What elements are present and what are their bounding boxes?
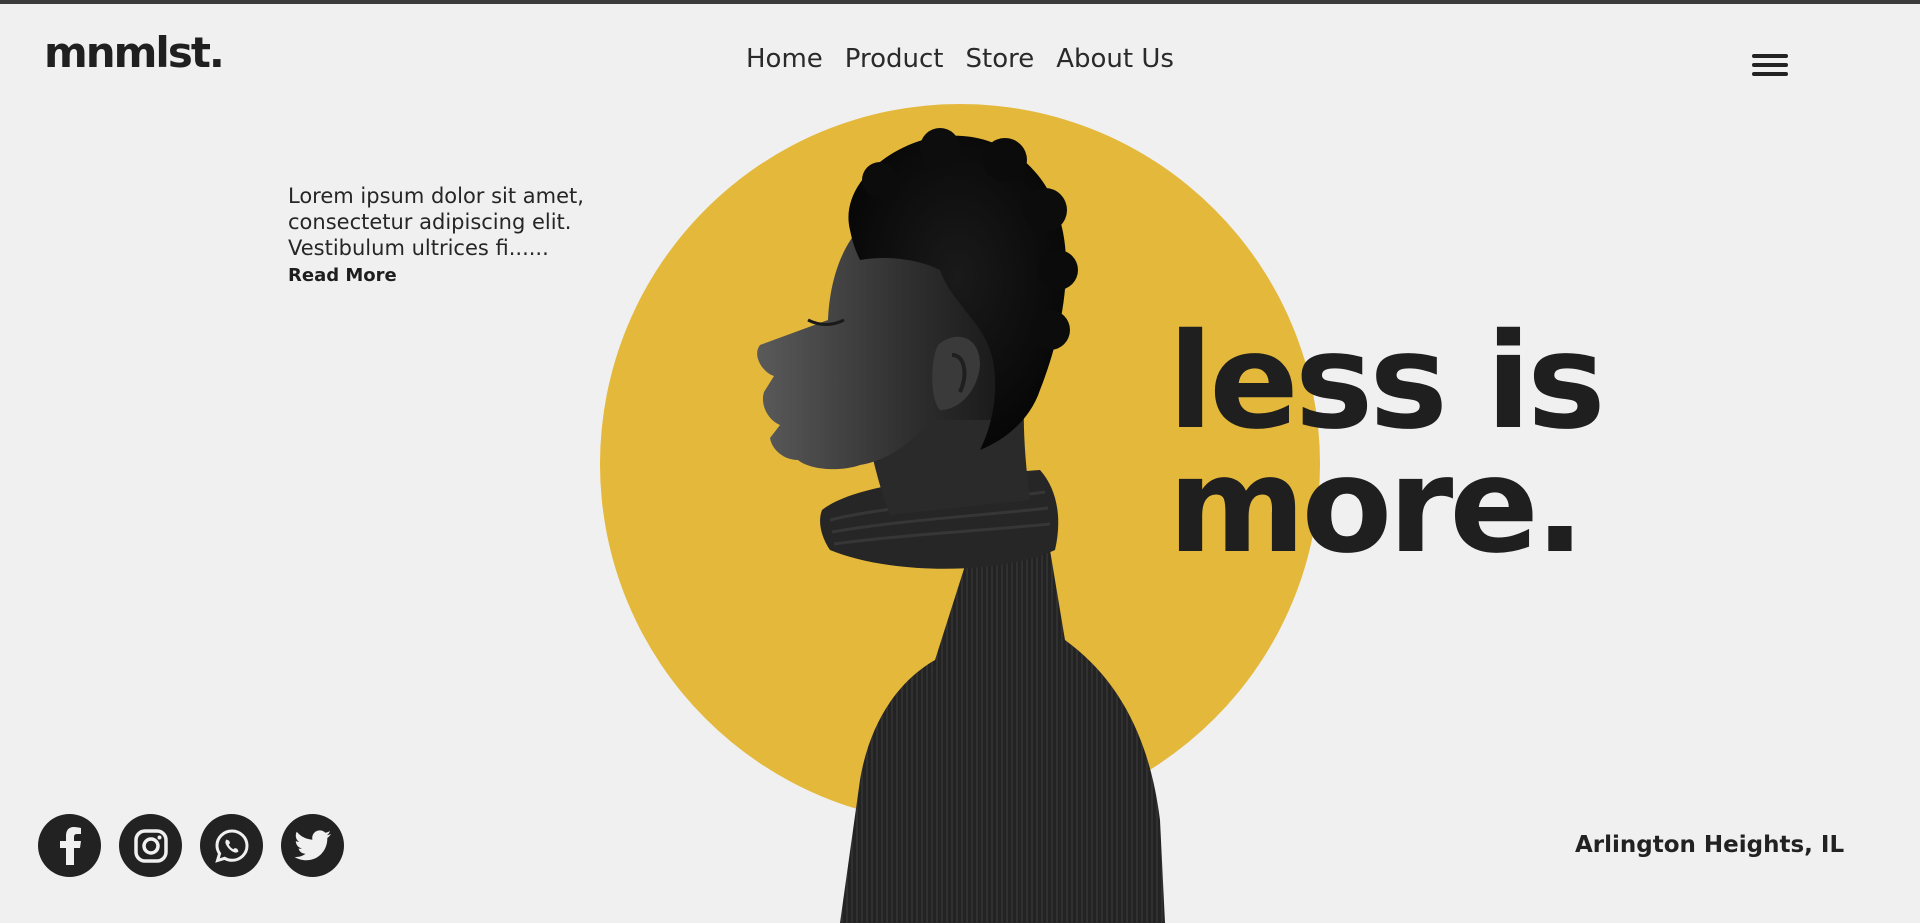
portrait-image bbox=[757, 128, 1165, 923]
intro-line: consectetur adipiscing elit. bbox=[288, 210, 572, 234]
twitter-icon[interactable] bbox=[281, 814, 344, 877]
headline-line-2: more. bbox=[1168, 429, 1585, 583]
intro-line: Lorem ipsum dolor sit amet, bbox=[288, 184, 584, 208]
twitter-glyph bbox=[293, 829, 331, 860]
instagram-glyph bbox=[133, 828, 168, 863]
whatsapp-icon[interactable] bbox=[200, 814, 263, 877]
read-more-link[interactable]: Read More bbox=[288, 263, 397, 289]
headline-line-1: less is bbox=[1168, 305, 1606, 459]
intro-line: Vestibulum ultrices fi...... bbox=[288, 236, 549, 260]
social-links bbox=[38, 814, 344, 877]
intro-text: Lorem ipsum dolor sit amet, consectetur … bbox=[288, 183, 628, 289]
location-label: Arlington Heights, IL bbox=[1575, 832, 1845, 858]
hero-section: less is more. bbox=[0, 0, 1920, 923]
hero-headline: less is more. bbox=[1168, 305, 1606, 583]
whatsapp-glyph bbox=[214, 828, 249, 863]
facebook-glyph bbox=[59, 826, 81, 865]
facebook-icon[interactable] bbox=[38, 814, 101, 877]
instagram-icon[interactable] bbox=[119, 814, 182, 877]
